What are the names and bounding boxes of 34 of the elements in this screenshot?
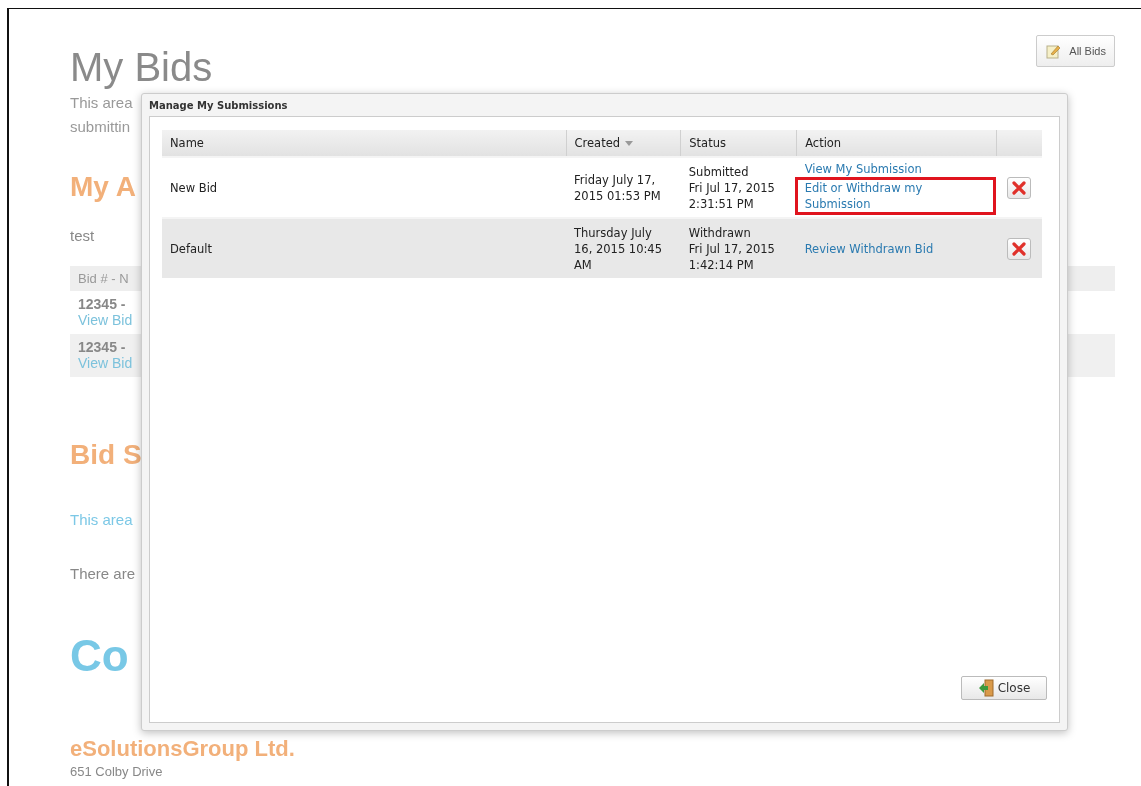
delete-button[interactable]: [1007, 237, 1032, 260]
close-icon: [1012, 180, 1027, 195]
sort-arrow-icon: [625, 141, 633, 146]
close-icon: [1012, 241, 1027, 256]
section-heading: Bid S: [70, 439, 142, 471]
company-name: eSolutionsGroup Ltd.: [70, 736, 295, 762]
table-cell-text: Fri Jul 17, 2015 2:31:51 PM: [688, 179, 776, 212]
action-link[interactable]: Edit or Withdraw my Submission: [804, 179, 987, 212]
intro-text: submittin: [70, 117, 131, 137]
summary-text: There are: [70, 565, 136, 582]
door-exit-icon: [977, 679, 996, 697]
bid-title: 12345 -: [78, 296, 126, 312]
close-button[interactable]: Close: [961, 676, 1047, 700]
action-link[interactable]: View My Submission: [804, 160, 989, 177]
notepad-icon: [1045, 43, 1062, 59]
column-header[interactable]: Name: [162, 130, 566, 157]
column-header[interactable]: Action: [796, 130, 997, 157]
table-cell-text: Withdrawn: [688, 224, 752, 241]
dialog-title: Manage My Submissions: [149, 99, 289, 113]
table-cell: Thursday July 16, 2015 10:45 AM: [566, 218, 681, 278]
page-title: My Bids: [70, 44, 213, 91]
table-cell-text: Submitted: [688, 163, 750, 180]
intro-text: This area: [70, 93, 133, 113]
address-text: 651 Colby Drive: [70, 764, 163, 779]
account-text: test: [70, 227, 95, 244]
delete-button[interactable]: [1007, 176, 1032, 199]
table-cell-text: Fri Jul 17, 2015 1:42:14 PM: [688, 240, 776, 273]
all-bids-button[interactable]: All Bids: [1036, 35, 1115, 67]
contact-heading: Co: [70, 630, 129, 682]
table-cell: Default: [162, 218, 566, 278]
section-heading: My A: [70, 171, 136, 203]
bid-title: 12345 -: [78, 339, 126, 355]
column-header[interactable]: Status: [680, 130, 797, 157]
column-header[interactable]: Created: [566, 130, 681, 157]
